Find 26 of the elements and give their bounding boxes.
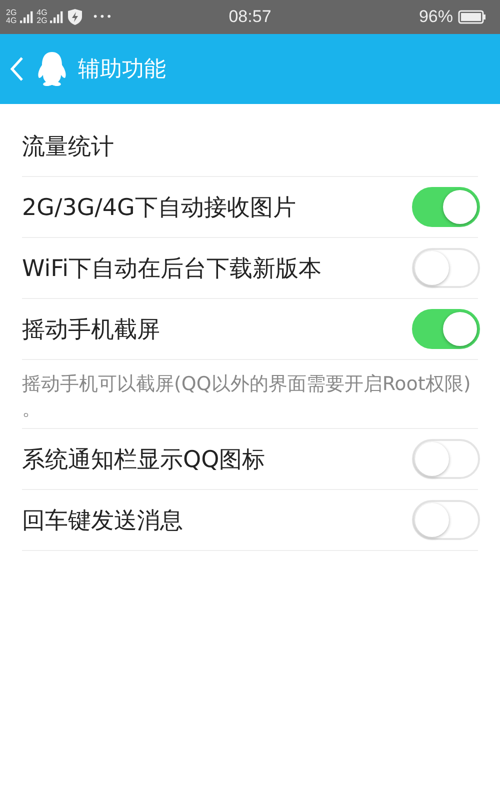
setting-label: 摇动手机截屏 [22,316,160,344]
toggle-switch[interactable] [412,439,480,479]
hint-text: 摇动手机可以截屏(QQ以外的界面需要开启Root权限) 。 [22,360,478,429]
screen-title: 辅助功能 [78,56,166,84]
back-icon[interactable] [10,56,24,82]
battery-icon [458,10,486,24]
signal-icon [50,10,64,24]
battery-percent: 96% [418,7,453,27]
toggle-switch[interactable] [412,309,480,349]
penguin-icon [36,51,68,87]
network-label: 4G [6,17,17,25]
network-label: 4G [36,9,48,17]
settings-item[interactable]: 流量统计 [22,116,478,177]
toggle-switch[interactable] [412,500,480,540]
clock-time: 08:57 [228,7,272,27]
toggle-switch[interactable] [412,248,480,288]
network-label: 2G [36,17,48,25]
network-label: 2G [6,9,17,17]
setting-label: 系统通知栏显示QQ图标 [22,446,266,474]
setting-label: 2G/3G/4G下自动接收图片 [22,194,296,222]
shield-icon [67,8,84,26]
setting-label: WiFi下自动在后台下载新版本 [22,254,322,284]
toggle-switch[interactable] [412,187,480,227]
more-indicator: ••• [92,12,114,22]
signal-icon [20,10,34,24]
setting-label: 回车键发送消息 [22,506,183,536]
